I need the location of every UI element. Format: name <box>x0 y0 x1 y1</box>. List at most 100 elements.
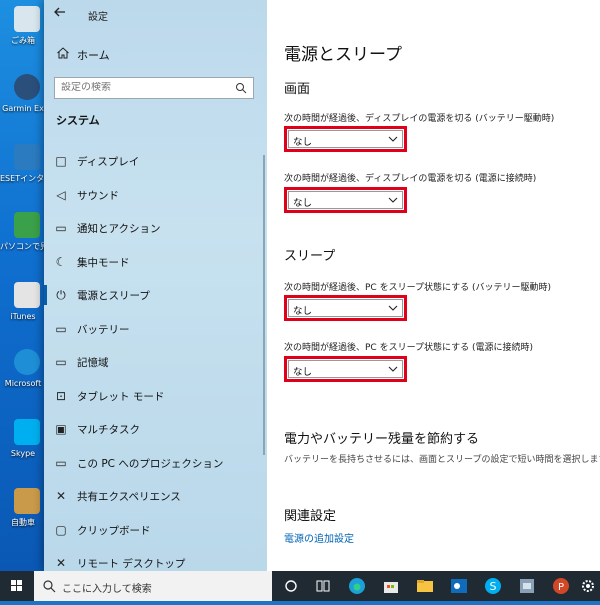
skype-icon <box>14 419 40 445</box>
desktop-icon-recycle-bin[interactable]: ごみ箱 <box>0 2 46 74</box>
search-icon <box>236 83 247 94</box>
task-view-icon[interactable] <box>312 575 334 597</box>
screen-battery-description: 次の時間が経過後、ディスプレイの電源を切る (バッテリー駆動時) <box>284 114 555 124</box>
sidebar-item-display[interactable]: □ ディスプレイ <box>44 144 267 178</box>
itunes-icon <box>14 282 40 308</box>
sidebar-item-label: 集中モード <box>77 256 130 269</box>
desktop-icon-pc-manual[interactable]: パソコンで見 アル <box>0 208 46 280</box>
settings-nav: □ ディスプレイ ◁ サウンド ▭ 通知とアクション ☾ 集中モード ⏻ 電源とスリープ … <box>44 144 267 580</box>
nav-home[interactable]: ホーム <box>44 40 267 68</box>
edge-browser-icon[interactable] <box>346 575 368 597</box>
powerpoint-icon[interactable]: P <box>550 575 572 597</box>
battery-icon: ▭ <box>55 321 67 336</box>
title-bar: 設定 <box>44 0 267 30</box>
remote-icon: ✕ <box>55 556 67 570</box>
page-title: 電源とスリープ <box>284 45 402 65</box>
sidebar-item-label: クリップボード <box>77 524 151 537</box>
cortana-icon[interactable] <box>280 575 302 597</box>
sidebar-item-power-sleep[interactable]: ⏻ 電源とスリープ <box>44 278 267 312</box>
screen-heading: 画面 <box>284 82 311 97</box>
sidebar-item-multitasking[interactable]: ▣ マルチタスク <box>44 412 267 446</box>
additional-power-settings-link[interactable]: 電源の追加設定 <box>284 530 354 545</box>
taskbar-search-placeholder: ここに入力して検索 <box>62 584 152 595</box>
sidebar-item-label: ディスプレイ <box>77 156 140 168</box>
settings-gear-icon[interactable] <box>578 575 598 597</box>
desktop-icon-car[interactable]: 自動車 <box>0 484 46 556</box>
sidebar-item-shared-experiences[interactable]: ✕ 共有エクスペリエンス <box>44 479 267 513</box>
start-button[interactable] <box>0 571 34 601</box>
section-heading: システム <box>56 114 100 127</box>
chevron-down-icon <box>388 136 398 142</box>
sidebar-item-label: タブレット モード <box>77 390 165 403</box>
sidebar-item-projection[interactable]: ▭ この PC へのプロジェクション <box>44 446 267 480</box>
dropdown-value: なし <box>293 367 313 378</box>
settings-search[interactable] <box>54 77 254 99</box>
sleep-battery-dropdown[interactable]: なし <box>284 295 407 321</box>
settings-search-input[interactable] <box>61 82 231 93</box>
chevron-down-icon <box>388 197 398 203</box>
home-icon <box>57 47 69 59</box>
sidebar-item-focus-assist[interactable]: ☾ 集中モード <box>44 245 267 279</box>
sleep-plugged-dropdown[interactable]: なし <box>284 356 407 382</box>
sidebar-item-battery[interactable]: ▭ バッテリー <box>44 312 267 346</box>
storage-icon: ▭ <box>55 355 67 369</box>
sidebar-scrollbar[interactable] <box>263 155 265 455</box>
desktop-icon-label: Garmin Ex <box>2 104 44 113</box>
desktop-icon-itunes[interactable]: iTunes <box>0 278 46 350</box>
multitask-icon: ▣ <box>55 422 67 436</box>
sidebar-item-label: バッテリー <box>77 323 130 336</box>
taskbar-search[interactable]: ここに入力して検索 <box>34 571 272 601</box>
chevron-down-icon <box>388 366 398 372</box>
sleep-plugged-description: 次の時間が経過後、PC をスリープ状態にする (電源に接続時) <box>284 343 534 353</box>
window-title: 設定 <box>88 12 108 23</box>
desktop-icon-label: 自動車 <box>11 518 35 527</box>
desktop-icon-edge[interactable]: Microsoft <box>0 345 46 417</box>
projection-icon: ▭ <box>55 455 67 470</box>
desktop-icon-label: ESETインタ ーネットセキ <box>0 174 46 183</box>
save-note: バッテリーを長持ちさせるには、画面とスリープの設定で短い時間を選択します。 <box>284 455 600 465</box>
screen-plugged-dropdown[interactable]: なし <box>284 187 407 213</box>
display-icon: □ <box>55 154 67 168</box>
sidebar-item-label: リモート デスクトップ <box>77 558 186 570</box>
screen-battery-dropdown[interactable]: なし <box>284 126 407 152</box>
desktop-icon-eset[interactable]: ESETインタ ーネットセキ <box>0 140 46 212</box>
sidebar-item-sound[interactable]: ◁ サウンド <box>44 178 267 212</box>
back-button[interactable] <box>50 5 70 25</box>
speaker-icon: ◁ <box>56 187 66 202</box>
sidebar-item-label: この PC へのプロジェクション <box>77 457 224 470</box>
outlook-icon[interactable] <box>448 575 470 597</box>
back-arrow-icon <box>54 7 65 17</box>
desktop-icon-label: ごみ箱 <box>11 36 35 45</box>
eset-icon <box>14 144 40 170</box>
home-label: ホーム <box>77 49 110 62</box>
recycle-bin-icon <box>14 6 40 32</box>
sidebar-item-notifications[interactable]: ▭ 通知とアクション <box>44 211 267 245</box>
sidebar-item-label: 電源とスリープ <box>77 290 150 302</box>
search-icon <box>43 580 56 593</box>
sidebar-item-label: 共有エクスペリエンス <box>77 491 181 503</box>
dropdown-value: なし <box>293 306 313 317</box>
desktop-icon-skype[interactable]: Skype <box>0 415 46 487</box>
edge-icon <box>14 349 40 375</box>
photos-icon[interactable] <box>516 575 538 597</box>
shared-icon: ✕ <box>55 489 67 503</box>
desktop-icon-garmin[interactable]: Garmin Ex <box>0 70 46 142</box>
desktop-icon-label: iTunes <box>10 312 36 321</box>
settings-content: 電源とスリープ 画面 次の時間が経過後、ディスプレイの電源を切る (バッテリー駆… <box>267 0 600 571</box>
file-explorer-icon[interactable] <box>414 575 436 597</box>
screen-plugged-description: 次の時間が経過後、ディスプレイの電源を切る (電源に接続時) <box>284 174 537 184</box>
sidebar-item-label: 通知とアクション <box>77 223 161 235</box>
skype-taskbar-icon[interactable]: S <box>482 575 504 597</box>
store-icon[interactable] <box>380 575 402 597</box>
save-heading: 電力やバッテリー残量を節約する <box>284 432 480 447</box>
sidebar-item-clipboard[interactable]: ▢ クリップボード <box>44 513 267 547</box>
windows-logo-icon <box>11 580 22 591</box>
svg-text:P: P <box>558 582 564 593</box>
sidebar-item-label: サウンド <box>77 189 119 202</box>
dropdown-value: なし <box>293 198 313 209</box>
sidebar-item-storage[interactable]: ▭ 記憶域 <box>44 345 267 379</box>
desktop-icon-label: Skype <box>10 449 36 458</box>
related-heading: 関連設定 <box>284 509 337 524</box>
chevron-down-icon <box>388 305 398 311</box>
sidebar-item-tablet-mode[interactable]: ⊡ タブレット モード <box>44 379 267 413</box>
